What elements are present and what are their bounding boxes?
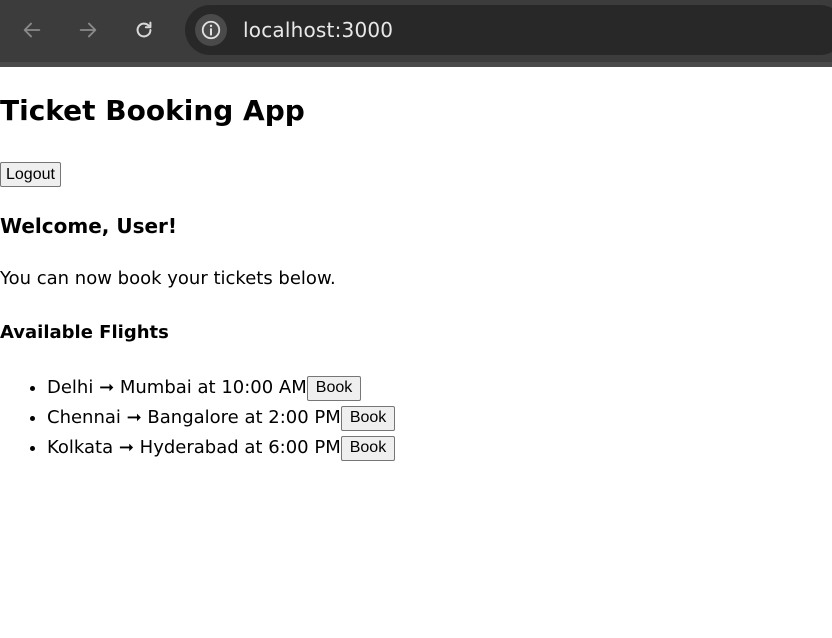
list-item: Delhi ➞ Mumbai at 10:00 AMBook [47, 373, 395, 403]
back-button[interactable] [14, 12, 50, 48]
arrow-right-icon [79, 22, 97, 38]
list-item: Chennai ➞ Bangalore at 2:00 PMBook [47, 403, 396, 433]
flight-description: Kolkata ➞ Hyderabad at 6:00 PM [47, 437, 341, 458]
flights-heading: Available Flights [0, 322, 169, 343]
site-info-button[interactable] [195, 14, 227, 46]
forward-button[interactable] [70, 12, 106, 48]
address-bar[interactable]: localhost:3000 [185, 5, 832, 55]
flight-description: Chennai ➞ Bangalore at 2:00 PM [47, 407, 341, 428]
reload-button[interactable] [126, 12, 162, 48]
logout-button[interactable]: Logout [0, 162, 61, 187]
book-button[interactable]: Book [306, 375, 362, 401]
list-item: Kolkata ➞ Hyderabad at 6:00 PMBook [47, 433, 396, 463]
arrow-left-icon [23, 22, 41, 38]
welcome-heading: Welcome, User! [0, 214, 178, 238]
page-content: Ticket Booking App Logout Welcome, User!… [0, 67, 832, 638]
url-text[interactable]: localhost:3000 [243, 18, 393, 42]
intro-text: You can now book your tickets below. [0, 268, 336, 289]
info-icon [201, 20, 221, 40]
page-title: Ticket Booking App [0, 94, 305, 127]
browser-toolbar: localhost:3000 [0, 0, 832, 67]
reload-icon [136, 21, 152, 38]
book-button[interactable]: Book [340, 435, 396, 461]
book-button[interactable]: Book [340, 405, 396, 431]
flight-description: Delhi ➞ Mumbai at 10:00 AM [47, 377, 307, 398]
flight-list: Delhi ➞ Mumbai at 10:00 AMBook Chennai ➞… [0, 373, 396, 463]
